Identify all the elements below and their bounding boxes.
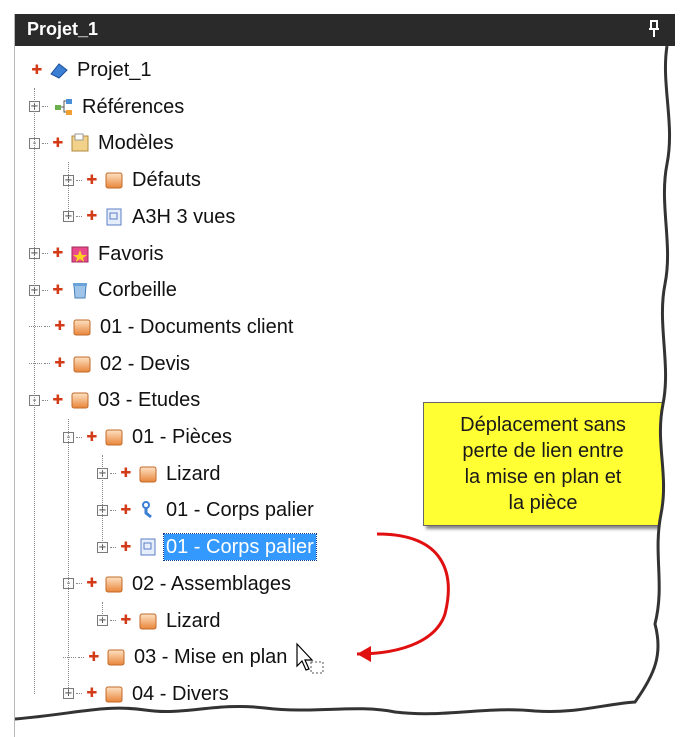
mouse-cursor-icon (296, 642, 324, 674)
project-panel: Projet_1 ✚ Projet_1 + Références - ✚ Modèles + ✚… (14, 14, 682, 737)
torn-edge (15, 45, 682, 737)
drag-arrowhead (357, 646, 371, 662)
drag-arrow (356, 532, 450, 656)
